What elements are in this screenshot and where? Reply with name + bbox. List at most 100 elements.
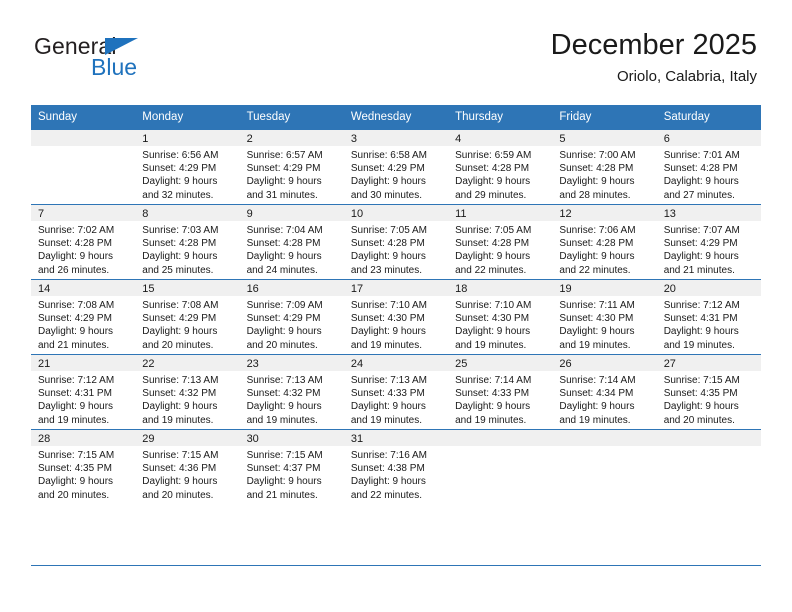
sunrise-text: Sunrise: 7:08 AM — [142, 300, 219, 311]
calendar-cell-inner: 28 Sunrise: 7:15 AM Sunset: 4:35 PM Dayligh… — [31, 430, 136, 504]
sunset-text: Sunset: 4:29 PM — [142, 313, 217, 325]
calendar-day-cell[interactable]: 19 Sunrise: 7:11 AM Sunset: 4:30 PM Dayligh… — [552, 279, 657, 355]
sunset-text: Sunset: 4:29 PM — [663, 238, 738, 250]
sunrise-text: Sunrise: 7:12 AM — [38, 375, 115, 386]
calendar-day-cell[interactable]: 23 Sunrise: 7:13 AM Sunset: 4:32 PM Dayligh… — [239, 354, 344, 430]
calendar-day-cell[interactable]: 3 Sunrise: 6:58 AM Sunset: 4:29 PM Daylight… — [343, 129, 449, 205]
sunrise-text: Sunrise: 7:14 AM — [455, 375, 532, 386]
daylight-text-line2: and 20 minutes. — [142, 339, 214, 351]
sunset-text: Sunset: 4:30 PM — [455, 313, 530, 325]
daylight-text-line2: and 20 minutes. — [246, 339, 318, 351]
day-details: Sunrise: 7:15 AM Sunset: 4:37 PM Daylight:… — [240, 446, 344, 502]
calendar-cell-inner: 10 Sunrise: 7:05 AM Sunset: 4:28 PM Dayligh… — [343, 205, 449, 279]
calendar-day-cell[interactable]: 9 Sunrise: 7:04 AM Sunset: 4:28 PM Daylight… — [239, 204, 344, 280]
day-number: 20 — [656, 280, 761, 296]
calendar-day-cell[interactable]: 20 Sunrise: 7:12 AM Sunset: 4:31 PM Dayligh… — [656, 279, 761, 355]
calendar-cell-empty — [448, 429, 553, 504]
calendar-day-cell[interactable]: 17 Sunrise: 7:10 AM Sunset: 4:30 PM Dayligh… — [343, 279, 449, 355]
sunrise-text: Sunrise: 6:57 AM — [246, 150, 323, 161]
daylight-text-line1: Daylight: 9 hours — [663, 401, 739, 413]
day-details: Sunrise: 7:13 AM Sunset: 4:32 PM Daylight:… — [135, 371, 239, 427]
sunset-text: Sunset: 4:28 PM — [559, 238, 634, 250]
brand-logo[interactable]: General Blue — [34, 33, 234, 89]
sunrise-text: Sunrise: 7:06 AM — [559, 225, 636, 236]
calendar-day-cell[interactable]: 13 Sunrise: 7:07 AM Sunset: 4:29 PM Dayligh… — [656, 204, 761, 280]
day-details: Sunrise: 7:04 AM Sunset: 4:28 PM Daylight:… — [240, 221, 344, 277]
daylight-text-line1: Daylight: 9 hours — [38, 476, 114, 488]
calendar-cell-inner: 7 Sunrise: 7:02 AM Sunset: 4:28 PM Daylight… — [31, 205, 136, 279]
calendar-day-cell[interactable]: 28 Sunrise: 7:15 AM Sunset: 4:35 PM Dayligh… — [31, 429, 136, 504]
sunset-text: Sunset: 4:29 PM — [38, 313, 112, 325]
day-number: 3 — [343, 130, 449, 146]
daylight-text-line1: Daylight: 9 hours — [350, 251, 426, 263]
calendar-day-cell[interactable]: 10 Sunrise: 7:05 AM Sunset: 4:28 PM Dayligh… — [343, 204, 449, 280]
calendar-day-cell[interactable]: 27 Sunrise: 7:15 AM Sunset: 4:35 PM Dayligh… — [656, 354, 761, 430]
sunset-text: Sunset: 4:32 PM — [246, 388, 321, 400]
day-number: 31 — [343, 430, 449, 446]
sunrise-text: Sunrise: 7:01 AM — [663, 150, 740, 161]
calendar-day-cell[interactable]: 1 Sunrise: 6:56 AM Sunset: 4:29 PM Daylight… — [135, 129, 240, 205]
daylight-text-line1: Daylight: 9 hours — [246, 401, 322, 413]
daylight-text-line2: and 27 minutes. — [663, 189, 735, 201]
daylight-text-line2: and 29 minutes. — [455, 189, 527, 201]
calendar-cell-inner: 6 Sunrise: 7:01 AM Sunset: 4:28 PM Daylight… — [656, 130, 761, 204]
calendar-cell-inner: 30 Sunrise: 7:15 AM Sunset: 4:37 PM Dayligh… — [239, 430, 344, 504]
sunset-text: Sunset: 4:28 PM — [142, 238, 217, 250]
calendar-day-cell[interactable]: 29 Sunrise: 7:15 AM Sunset: 4:36 PM Dayligh… — [135, 429, 240, 504]
calendar-day-cell[interactable]: 12 Sunrise: 7:06 AM Sunset: 4:28 PM Dayligh… — [552, 204, 657, 280]
daylight-text-line1: Daylight: 9 hours — [142, 476, 218, 488]
daylight-text-line2: and 32 minutes. — [142, 189, 214, 201]
calendar-day-cell[interactable]: 31 Sunrise: 7:16 AM Sunset: 4:38 PM Dayligh… — [343, 429, 449, 504]
sunrise-text: Sunrise: 6:58 AM — [350, 150, 427, 161]
calendar-day-cell[interactable]: 6 Sunrise: 7:01 AM Sunset: 4:28 PM Daylight… — [656, 129, 761, 205]
daylight-text-line2: and 22 minutes. — [455, 264, 527, 276]
daylight-text-line1: Daylight: 9 hours — [455, 251, 531, 263]
daylight-text-line1: Daylight: 9 hours — [142, 176, 218, 188]
calendar-cell-inner: 5 Sunrise: 7:00 AM Sunset: 4:28 PM Daylight… — [552, 130, 657, 204]
calendar-cell-inner: 3 Sunrise: 6:58 AM Sunset: 4:29 PM Daylight… — [343, 130, 449, 204]
daylight-text-line2: and 22 minutes. — [350, 489, 423, 501]
calendar-day-cell[interactable]: 24 Sunrise: 7:13 AM Sunset: 4:33 PM Dayligh… — [343, 354, 449, 430]
calendar-day-cell[interactable]: 21 Sunrise: 7:12 AM Sunset: 4:31 PM Dayligh… — [31, 354, 136, 430]
daylight-text-line2: and 20 minutes. — [142, 489, 214, 501]
calendar-day-cell[interactable]: 4 Sunrise: 6:59 AM Sunset: 4:28 PM Daylight… — [448, 129, 553, 205]
calendar-cell-inner: 26 Sunrise: 7:14 AM Sunset: 4:34 PM Dayligh… — [552, 355, 657, 429]
daylight-text-line1: Daylight: 9 hours — [455, 326, 531, 338]
sunrise-text: Sunrise: 7:03 AM — [142, 225, 219, 236]
day-number: 16 — [239, 280, 344, 296]
calendar-cell-inner: 16 Sunrise: 7:09 AM Sunset: 4:29 PM Dayligh… — [239, 280, 344, 354]
calendar-day-cell[interactable]: 16 Sunrise: 7:09 AM Sunset: 4:29 PM Dayligh… — [239, 279, 344, 355]
calendar-day-cell[interactable]: 15 Sunrise: 7:08 AM Sunset: 4:29 PM Dayligh… — [135, 279, 240, 355]
day-number: 30 — [239, 430, 344, 446]
day-details: Sunrise: 7:14 AM Sunset: 4:33 PM Daylight:… — [448, 371, 552, 427]
day-details: Sunrise: 7:13 AM Sunset: 4:32 PM Daylight:… — [240, 371, 344, 427]
day-details: Sunrise: 7:05 AM Sunset: 4:28 PM Daylight:… — [448, 221, 552, 277]
daylight-text-line2: and 20 minutes. — [663, 414, 735, 426]
calendar-day-cell[interactable]: 18 Sunrise: 7:10 AM Sunset: 4:30 PM Dayligh… — [448, 279, 553, 355]
day-details: Sunrise: 6:57 AM Sunset: 4:29 PM Daylight:… — [240, 146, 344, 202]
daylight-text-line2: and 21 minutes. — [38, 339, 110, 351]
calendar-day-cell[interactable]: 30 Sunrise: 7:15 AM Sunset: 4:37 PM Dayligh… — [239, 429, 344, 504]
calendar-day-cell[interactable]: 8 Sunrise: 7:03 AM Sunset: 4:28 PM Daylight… — [135, 204, 240, 280]
calendar-day-cell[interactable]: 7 Sunrise: 7:02 AM Sunset: 4:28 PM Daylight… — [31, 204, 136, 280]
sunrise-text: Sunrise: 7:13 AM — [142, 375, 219, 386]
day-details: Sunrise: 6:59 AM Sunset: 4:28 PM Daylight:… — [448, 146, 552, 202]
calendar-day-cell[interactable]: 5 Sunrise: 7:00 AM Sunset: 4:28 PM Daylight… — [552, 129, 657, 205]
calendar-day-cell[interactable]: 2 Sunrise: 6:57 AM Sunset: 4:29 PM Daylight… — [239, 129, 344, 205]
calendar-day-cell[interactable]: 14 Sunrise: 7:08 AM Sunset: 4:29 PM Dayligh… — [31, 279, 136, 355]
daylight-text-line2: and 19 minutes. — [559, 339, 631, 351]
calendar-cell-inner: 27 Sunrise: 7:15 AM Sunset: 4:35 PM Dayligh… — [656, 355, 761, 429]
daylight-text-line1: Daylight: 9 hours — [663, 176, 739, 188]
calendar-day-cell[interactable]: 22 Sunrise: 7:13 AM Sunset: 4:32 PM Dayligh… — [135, 354, 240, 430]
calendar-day-cell[interactable]: 11 Sunrise: 7:05 AM Sunset: 4:28 PM Dayligh… — [448, 204, 553, 280]
calendar-day-cell[interactable]: 25 Sunrise: 7:14 AM Sunset: 4:33 PM Dayligh… — [448, 354, 553, 430]
day-number: 2 — [239, 130, 344, 146]
daylight-text-line2: and 19 minutes. — [663, 339, 735, 351]
calendar-cell-empty — [31, 129, 136, 205]
sunrise-text: Sunrise: 7:15 AM — [38, 450, 115, 461]
calendar-day-cell[interactable]: 26 Sunrise: 7:14 AM Sunset: 4:34 PM Dayligh… — [552, 354, 657, 430]
calendar-cell-inner: 22 Sunrise: 7:13 AM Sunset: 4:32 PM Dayligh… — [135, 355, 240, 429]
daylight-text-line1: Daylight: 9 hours — [350, 401, 426, 413]
daylight-text-line1: Daylight: 9 hours — [455, 401, 531, 413]
day-details: Sunrise: 7:16 AM Sunset: 4:38 PM Daylight:… — [344, 446, 448, 502]
